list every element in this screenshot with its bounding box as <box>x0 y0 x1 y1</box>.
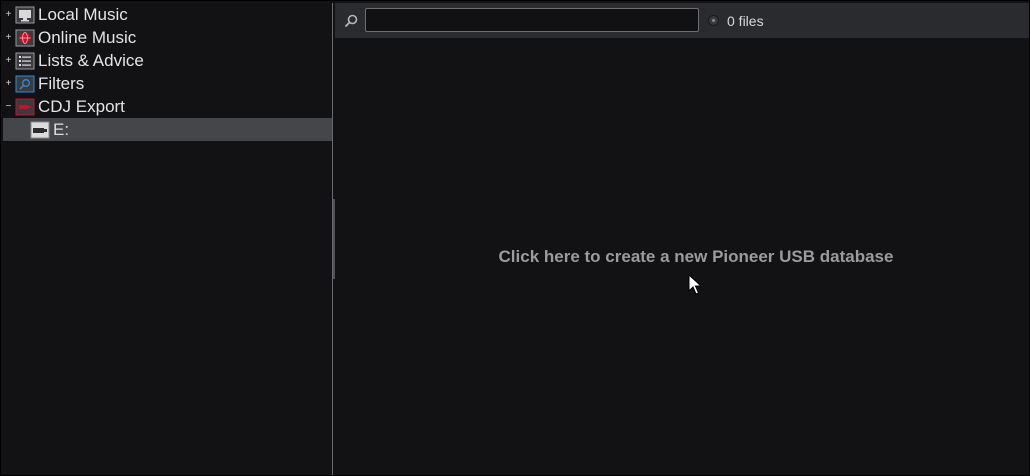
tree-item-label: Lists & Advice <box>38 50 144 70</box>
tree-item-label: CDJ Export <box>38 96 125 116</box>
create-usb-database-link[interactable]: Click here to create a new Pioneer USB d… <box>335 247 1030 267</box>
expand-toggle[interactable]: + <box>3 55 14 66</box>
globe-icon <box>15 29 35 47</box>
search-icon[interactable] <box>343 13 359 29</box>
monitor-icon <box>15 6 35 24</box>
app-window: + Local Music + Online Music + Lists & A… <box>0 0 1030 476</box>
tree-item-label: E: <box>53 119 70 139</box>
file-count: 0 files <box>727 13 764 29</box>
browser-tree: + Local Music + Online Music + Lists & A… <box>3 3 332 473</box>
search-input[interactable] <box>365 8 699 32</box>
tree-item-local-music[interactable]: + Local Music <box>3 3 332 26</box>
tree-item-label: Filters <box>38 73 85 93</box>
expand-toggle[interactable]: + <box>3 78 14 89</box>
expand-toggle[interactable]: + <box>3 9 14 20</box>
track-list-area: Click here to create a new Pioneer USB d… <box>335 38 1029 475</box>
list-icon <box>15 52 35 70</box>
tree-item-drive-e[interactable]: E: <box>3 118 332 141</box>
expand-toggle[interactable]: + <box>3 32 14 43</box>
tree-item-cdj-export[interactable]: − CDJ Export <box>3 95 332 118</box>
mouse-cursor-icon <box>688 273 703 296</box>
tree-item-online-music[interactable]: + Online Music <box>3 26 332 49</box>
tree-item-label: Local Music <box>38 4 128 24</box>
search-toolbar: 0 files <box>335 3 1029 38</box>
cdj-export-icon <box>15 98 35 116</box>
usb-drive-icon <box>30 121 50 139</box>
status-indicator-icon <box>708 15 719 26</box>
filter-folder-icon <box>15 75 35 93</box>
tree-item-label: Online Music <box>38 27 137 47</box>
tree-item-filters[interactable]: + Filters <box>3 72 332 95</box>
collapse-toggle[interactable]: − <box>3 101 14 112</box>
tree-item-lists-advice[interactable]: + Lists & Advice <box>3 49 332 72</box>
